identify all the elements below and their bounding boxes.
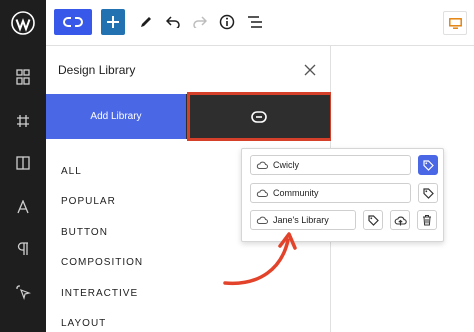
cloud-icon bbox=[251, 216, 273, 224]
category-composition[interactable]: COMPOSITION bbox=[61, 248, 261, 279]
undo-icon bbox=[166, 16, 180, 28]
category-all[interactable]: ALL bbox=[61, 156, 261, 187]
info-icon bbox=[219, 14, 235, 30]
category-popular[interactable]: POPULAR bbox=[61, 187, 261, 218]
cloud-icon bbox=[251, 189, 273, 197]
library-item-community[interactable]: Community bbox=[250, 183, 411, 203]
library-name: Cwicly bbox=[273, 160, 299, 170]
tag-button-community[interactable] bbox=[418, 183, 438, 203]
library-popover: Cwicly Community Jane's Library bbox=[241, 148, 444, 242]
editor-screen: Design Library Add Library ALL POPULAR B… bbox=[0, 0, 474, 332]
list-view-icon bbox=[248, 16, 262, 28]
tag-icon bbox=[367, 214, 379, 226]
redo-button[interactable] bbox=[189, 11, 211, 33]
columns-icon[interactable] bbox=[0, 148, 46, 178]
add-block-button[interactable] bbox=[101, 9, 125, 35]
library-name: Jane's Library bbox=[273, 215, 329, 225]
interactions-icon[interactable] bbox=[0, 277, 46, 307]
list-view-button[interactable] bbox=[244, 11, 266, 33]
blocks-icon[interactable] bbox=[0, 62, 46, 92]
tag-icon bbox=[422, 187, 434, 199]
undo-button[interactable] bbox=[162, 11, 184, 33]
plus-icon bbox=[107, 16, 119, 28]
edit-tool-button[interactable] bbox=[135, 11, 157, 33]
category-button[interactable]: BUTTON bbox=[61, 217, 261, 248]
admin-sidebar bbox=[0, 0, 46, 332]
tag-button-janes-library[interactable] bbox=[363, 210, 383, 230]
typography-icon[interactable] bbox=[0, 192, 46, 222]
redo-icon bbox=[193, 16, 207, 28]
hash-icon[interactable] bbox=[0, 106, 46, 136]
wordpress-logo-icon[interactable] bbox=[0, 0, 46, 46]
close-icon bbox=[304, 64, 316, 76]
add-library-label: Add Library bbox=[90, 111, 142, 122]
upload-button[interactable] bbox=[390, 210, 410, 230]
cloud-upload-icon bbox=[394, 216, 407, 225]
library-item-cwicly[interactable]: Cwicly bbox=[250, 155, 411, 175]
library-tabs: Add Library bbox=[46, 92, 333, 141]
top-toolbar bbox=[46, 0, 474, 46]
tag-button-cwicly[interactable] bbox=[418, 155, 438, 175]
preview-button[interactable] bbox=[443, 11, 467, 35]
more-icon[interactable] bbox=[0, 318, 46, 332]
pencil-icon bbox=[141, 17, 151, 27]
category-list: ALL POPULAR BUTTON COMPOSITION INTERACTI… bbox=[61, 156, 261, 332]
paragraph-icon[interactable] bbox=[0, 234, 46, 264]
desktop-icon bbox=[448, 17, 462, 29]
linked-libraries-tab[interactable] bbox=[186, 94, 331, 139]
library-name: Community bbox=[273, 188, 319, 198]
trash-icon bbox=[423, 215, 431, 226]
panel-title: Design Library bbox=[58, 63, 136, 77]
details-button[interactable] bbox=[216, 11, 238, 33]
category-layout[interactable]: LAYOUT bbox=[61, 309, 261, 332]
close-button[interactable] bbox=[300, 60, 320, 80]
link-icon bbox=[63, 17, 83, 27]
design-library-button[interactable] bbox=[54, 9, 92, 35]
link-icon bbox=[250, 110, 267, 123]
delete-button[interactable] bbox=[417, 210, 437, 230]
tag-icon bbox=[422, 159, 434, 171]
cloud-icon bbox=[251, 161, 273, 169]
category-interactive[interactable]: INTERACTIVE bbox=[61, 278, 261, 309]
library-item-janes-library[interactable]: Jane's Library bbox=[250, 210, 356, 230]
add-library-tab[interactable]: Add Library bbox=[46, 94, 186, 139]
